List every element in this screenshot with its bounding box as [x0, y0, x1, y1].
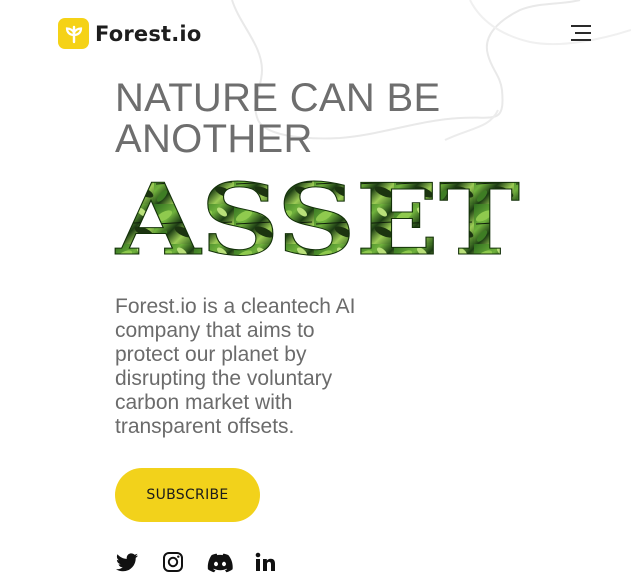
leaf-logo-icon: [58, 18, 89, 49]
twitter-icon: [116, 553, 138, 572]
social-links: [115, 550, 299, 574]
menu-button[interactable]: [567, 21, 595, 45]
linkedin-link[interactable]: [253, 550, 277, 574]
hero-description: Forest.io is a cleantech AI company that…: [115, 295, 356, 438]
brand-name: Forest.io: [95, 21, 202, 46]
hero-highlight-word: ASSET: [114, 164, 520, 264]
instagram-icon: [163, 552, 183, 572]
subscribe-button[interactable]: SUBSCRIBE: [115, 468, 260, 522]
discord-icon: [207, 553, 233, 573]
asset-word-text: ASSET: [115, 164, 520, 264]
linkedin-icon: [255, 552, 275, 571]
twitter-link[interactable]: [115, 550, 139, 574]
instagram-link[interactable]: [161, 550, 185, 574]
discord-link[interactable]: [207, 550, 233, 574]
hamburger-menu-icon: [571, 25, 591, 41]
hero-headline: NATURE CAN BE ANOTHER: [115, 76, 441, 161]
brand-logo-link[interactable]: Forest.io: [58, 18, 201, 49]
